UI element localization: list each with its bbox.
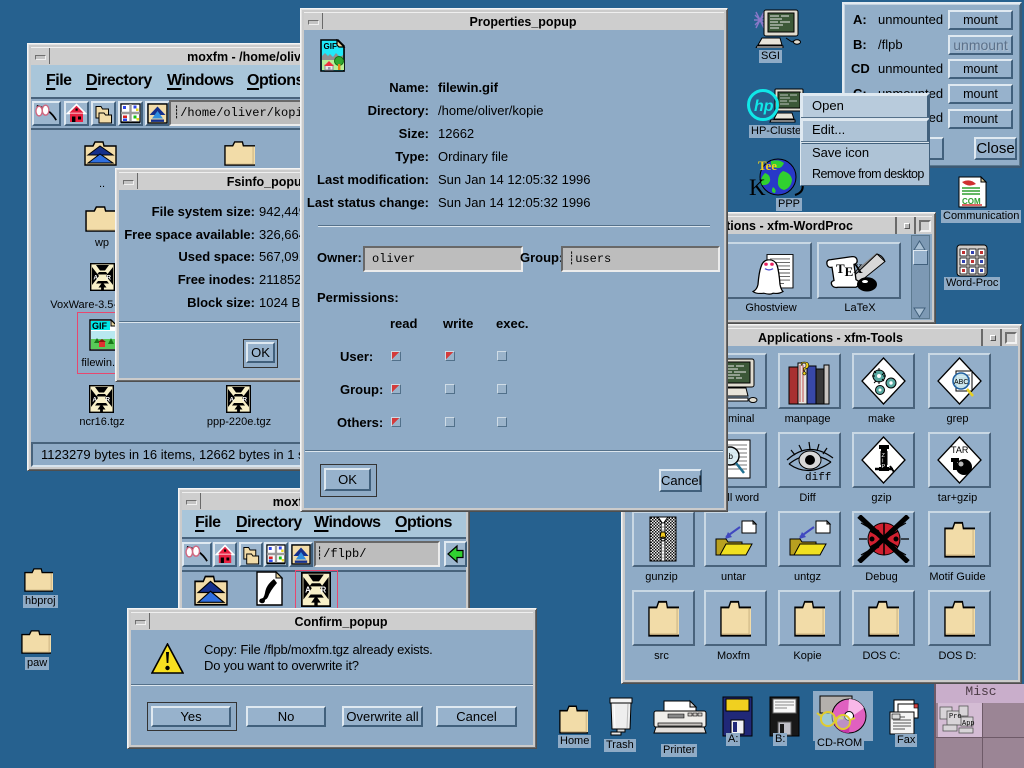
svg-text:P: P: [882, 464, 886, 470]
svg-text:GIF: GIF: [324, 42, 337, 51]
svg-text:diff: diff: [805, 472, 831, 482]
svg-text:hp: hp: [754, 98, 774, 115]
svg-text:Pro: Pro: [949, 713, 962, 721]
svg-text:GIF: GIF: [92, 321, 108, 331]
svg-text:App: App: [962, 720, 975, 728]
svg-text:R: R: [106, 275, 111, 282]
svg-text:TAR: TAR: [951, 445, 969, 455]
svg-text:Tee: Tee: [758, 158, 777, 173]
svg-text:ABC: ABC: [954, 379, 968, 386]
svg-text:R: R: [105, 397, 110, 404]
svg-text:A: A: [93, 275, 98, 282]
svg-text:R: R: [242, 397, 247, 404]
svg-text:A: A: [305, 585, 311, 594]
svg-text:?: ?: [800, 358, 810, 380]
svg-text:R: R: [321, 585, 327, 594]
svg-text:K: K: [749, 175, 766, 197]
svg-text:A: A: [92, 397, 97, 404]
svg-text:A: A: [229, 397, 234, 404]
